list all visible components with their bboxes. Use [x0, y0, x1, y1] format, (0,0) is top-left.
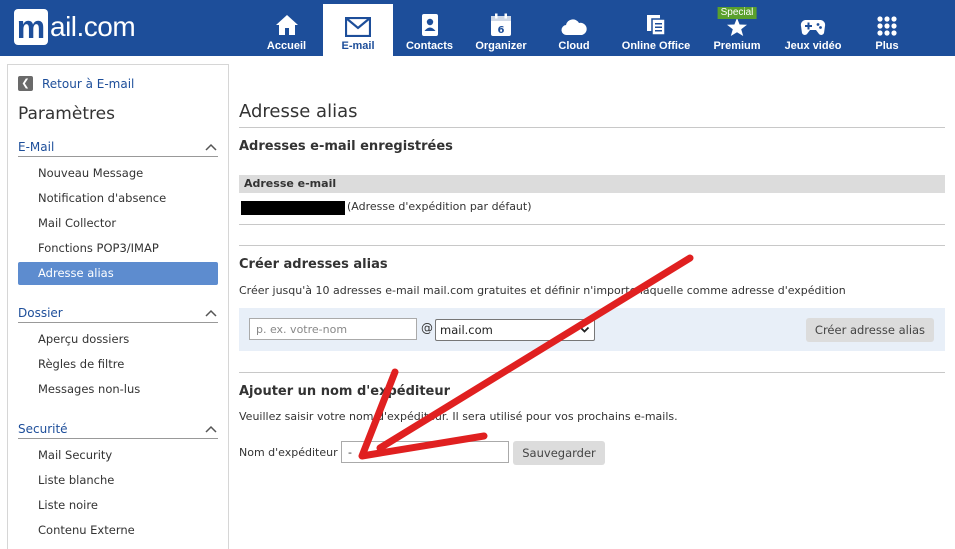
nav-label: Contacts [405, 40, 454, 52]
chevron-up-icon [205, 425, 217, 433]
logo-text: ail.com [50, 11, 136, 42]
nav-label: Online Office [621, 40, 691, 52]
nav-accueil[interactable]: Accueil [250, 4, 323, 56]
back-label: Retour à E-mail [42, 76, 135, 91]
envelope-icon [345, 17, 371, 37]
contacts-icon [421, 14, 438, 36]
section-title: E-Mail [18, 139, 55, 154]
special-badge: Special [717, 7, 757, 19]
create-alias-button[interactable]: Créer adresse alias [806, 318, 934, 342]
save-button[interactable]: Sauvegarder [513, 441, 605, 465]
gamepad-icon [800, 20, 826, 35]
divider [239, 245, 945, 246]
nav-label: E-mail [341, 40, 375, 52]
sidebar-item-liste-blanche[interactable]: Liste blanche [18, 469, 218, 492]
alias-name-input[interactable] [249, 318, 417, 340]
nav-label: Cloud [558, 40, 590, 52]
redacted-email [241, 201, 345, 215]
sidebar-item-pop3-imap[interactable]: Fonctions POP3/IMAP [18, 237, 218, 260]
table-header-email: Adresse e-mail [239, 175, 945, 193]
section-email-header[interactable]: E-Mail [18, 137, 218, 157]
nav-label: Accueil [266, 40, 307, 52]
sidebar-item-notification-absence[interactable]: Notification d'absence [18, 187, 218, 210]
sender-name-heading: Ajouter un nom d'expéditeur [239, 384, 451, 399]
nav-label: Organizer [475, 40, 527, 52]
mail-com-logo[interactable]: m ail.com [14, 9, 136, 45]
registered-heading: Adresses e-mail enregistrées [239, 139, 453, 154]
svg-text:6: 6 [498, 25, 505, 36]
grid-icon [877, 16, 897, 36]
chevron-up-icon [205, 309, 217, 317]
calendar-icon: 6 [491, 13, 511, 36]
nav-jeux-video[interactable]: Jeux vidéo [774, 4, 852, 56]
sidebar-item-adresse-alias[interactable]: Adresse alias [18, 262, 218, 285]
star-icon [727, 18, 747, 36]
nav-cloud[interactable]: Cloud [536, 4, 612, 56]
alias-form: @ mail.com Créer adresse alias [239, 308, 945, 351]
back-to-email-link[interactable]: ❮ Retour à E-mail [18, 76, 134, 91]
sidebar-item-regles-filtre[interactable]: Règles de filtre [18, 353, 218, 376]
nav-contacts[interactable]: Contacts [393, 4, 466, 56]
chevron-up-icon [205, 143, 217, 151]
domain-select[interactable]: mail.com [435, 319, 595, 341]
nav-plus[interactable]: Plus [852, 4, 922, 56]
section-title: Dossier [18, 305, 63, 320]
nav-premium[interactable]: Special Premium [700, 4, 774, 56]
nav-organizer[interactable]: 6 Organizer [466, 4, 536, 56]
sidebar-item-nouveau-message[interactable]: Nouveau Message [18, 162, 218, 185]
nav-label: Jeux vidéo [784, 40, 842, 52]
page-title: Adresse alias [239, 101, 358, 122]
logo-mark: m [14, 9, 48, 45]
create-alias-heading: Créer adresses alias [239, 257, 388, 272]
default-address-note: (Adresse d'expédition par défaut) [347, 200, 532, 213]
home-icon [275, 15, 298, 35]
sidebar-item-mail-security[interactable]: Mail Security [18, 444, 218, 467]
sidebar-item-contenu-externe[interactable]: Contenu Externe [18, 519, 218, 542]
domain-value: mail.com [440, 323, 493, 337]
office-icon [647, 15, 666, 36]
main-nav: Accueil E-mail Contacts 6 Organizer Clou… [250, 4, 922, 56]
divider [239, 224, 945, 225]
main-content: Adresse alias Adresses e-mail enregistré… [229, 64, 955, 549]
nav-email[interactable]: E-mail [323, 4, 393, 56]
section-securite-header[interactable]: Securité [18, 419, 218, 439]
sender-name-input[interactable] [341, 441, 509, 463]
nav-label: Premium [713, 40, 761, 52]
nav-online-office[interactable]: Online Office [612, 4, 700, 56]
divider [239, 127, 945, 128]
chevron-left-icon: ❮ [18, 76, 33, 91]
section-dossier-header[interactable]: Dossier [18, 303, 218, 323]
divider [239, 372, 945, 373]
sender-name-description: Veuillez saisir votre nom d'expéditeur. … [239, 410, 678, 423]
sender-name-label: Nom d'expéditeur [239, 446, 338, 459]
sidebar-item-messages-non-lus[interactable]: Messages non-lus [18, 378, 218, 401]
section-title: Securité [18, 421, 68, 436]
cloud-icon [561, 19, 587, 36]
settings-sidebar: ❮ Retour à E-mail Paramètres E-Mail Nouv… [7, 64, 229, 549]
chevron-down-icon [579, 326, 590, 333]
sidebar-title: Paramètres [18, 104, 115, 124]
sidebar-item-mail-collector[interactable]: Mail Collector [18, 212, 218, 235]
at-sign: @ [421, 321, 433, 335]
top-bar: m ail.com Accueil E-mail Contacts 6 Orga… [0, 0, 955, 56]
sidebar-item-liste-noire[interactable]: Liste noire [18, 494, 218, 517]
nav-label: Plus [875, 40, 899, 52]
create-alias-description: Créer jusqu'à 10 adresses e-mail mail.co… [239, 284, 846, 297]
sidebar-item-apercu-dossiers[interactable]: Aperçu dossiers [18, 328, 218, 351]
